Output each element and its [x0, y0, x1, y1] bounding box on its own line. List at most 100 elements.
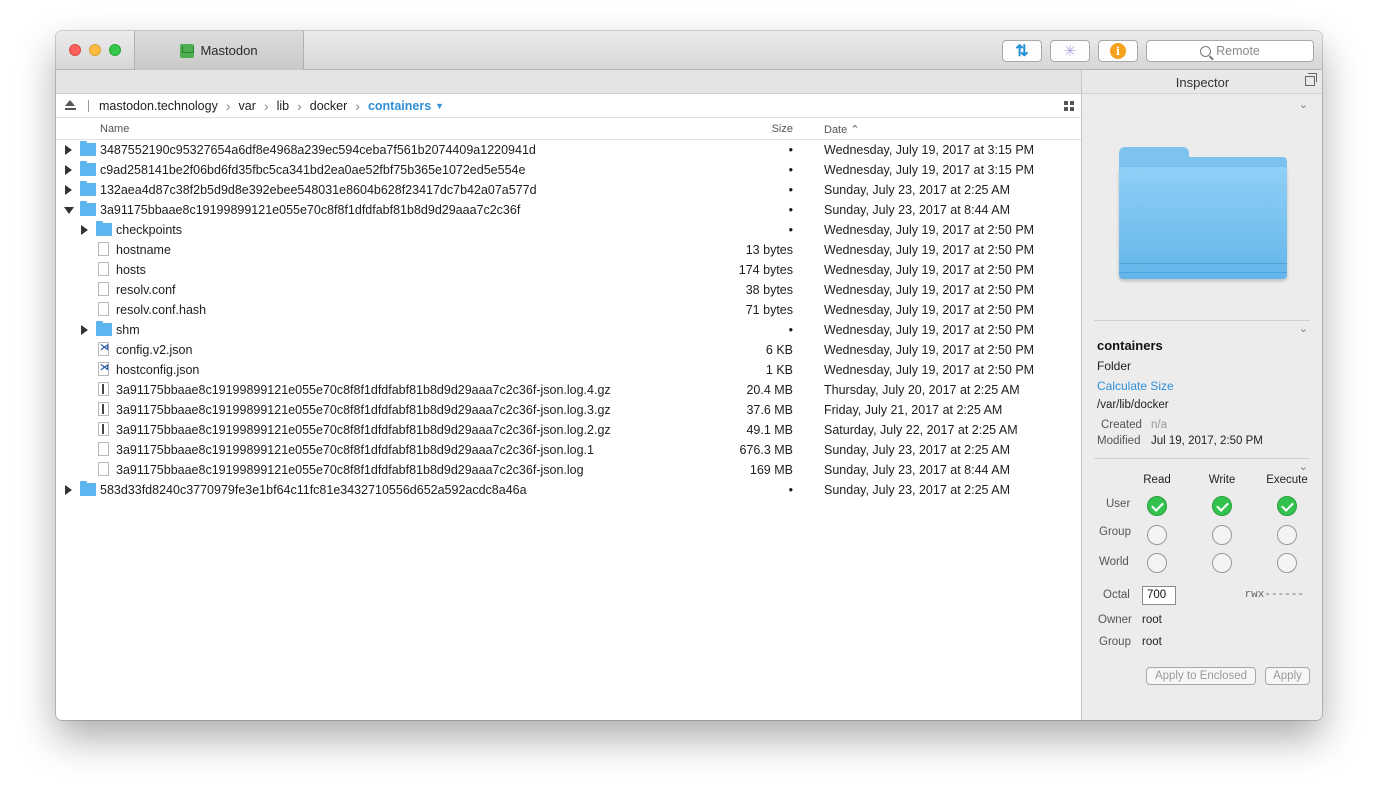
- document-icon: [98, 462, 109, 476]
- search-field[interactable]: Remote: [1146, 40, 1314, 62]
- app-window: Mastodon ⇅ ✳ i Remote mastodon.technolog…: [56, 31, 1322, 720]
- table-row[interactable]: 3a91175bbaae8c19199899121e055e70c8f8f1df…: [56, 400, 1081, 420]
- view-mode-icon[interactable]: [1064, 101, 1074, 111]
- disclosure-triangle-icon[interactable]: [65, 145, 72, 155]
- world-write-checkbox[interactable]: [1212, 553, 1232, 573]
- octal-input[interactable]: 700: [1142, 586, 1176, 605]
- collapse-preview-icon[interactable]: ⌄: [1299, 98, 1308, 111]
- table-row[interactable]: config.v2.json 6 KB Wednesday, July 19, …: [56, 340, 1081, 360]
- breadcrumb-item-var[interactable]: var: [239, 99, 256, 113]
- file-date: Wednesday, July 19, 2017 at 2:50 PM: [824, 303, 1035, 317]
- table-row[interactable]: shm • Wednesday, July 19, 2017 at 2:50 P…: [56, 320, 1081, 340]
- server-icon: [180, 43, 195, 58]
- table-row[interactable]: c9ad258141be2f06bd6fd35fbc5ca341bd2ea0ae…: [56, 160, 1081, 180]
- table-row[interactable]: 3487552190c95327654a6df8e4968a239ec594ce…: [56, 140, 1081, 160]
- file-date: Thursday, July 20, 2017 at 2:25 AM: [824, 383, 1020, 397]
- sort-ascending-icon: ⌃: [850, 124, 860, 136]
- file-name: c9ad258141be2f06bd6fd35fbc5ca341bd2ea0ae…: [100, 163, 526, 177]
- file-size: •: [788, 483, 793, 497]
- breadcrumb-item-docker[interactable]: docker: [310, 99, 348, 113]
- table-row[interactable]: resolv.conf 38 bytes Wednesday, July 19,…: [56, 280, 1081, 300]
- item-kind: Folder: [1097, 359, 1132, 373]
- table-row[interactable]: 3a91175bbaae8c19199899121e055e70c8f8f1df…: [56, 200, 1081, 220]
- group-execute-checkbox[interactable]: [1277, 525, 1297, 545]
- eject-icon[interactable]: [65, 100, 76, 111]
- table-row[interactable]: hostname 13 bytes Wednesday, July 19, 20…: [56, 240, 1081, 260]
- file-date: Wednesday, July 19, 2017 at 2:50 PM: [824, 283, 1035, 297]
- disclosure-triangle-icon[interactable]: [64, 207, 74, 214]
- archive-file-icon: [98, 402, 109, 416]
- document-icon: [98, 282, 109, 296]
- folder-icon: [80, 481, 96, 496]
- detach-window-icon[interactable]: [1305, 73, 1317, 86]
- inspector-panel: Inspector ⌄ ⌄ containers Folder Calculat…: [1081, 70, 1322, 720]
- user-write-checkbox[interactable]: [1212, 496, 1232, 516]
- breadcrumb-item-lib[interactable]: lib: [277, 99, 290, 113]
- group-read-checkbox[interactable]: [1147, 525, 1167, 545]
- disclosure-triangle-icon[interactable]: [65, 185, 72, 195]
- file-name: shm: [116, 323, 140, 337]
- table-row[interactable]: hosts 174 bytes Wednesday, July 19, 2017…: [56, 260, 1081, 280]
- tab-mastodon[interactable]: Mastodon: [134, 31, 304, 70]
- calculate-size-link[interactable]: Calculate Size: [1097, 379, 1174, 393]
- world-execute-checkbox[interactable]: [1277, 553, 1297, 573]
- file-name: 3a91175bbaae8c19199899121e055e70c8f8f1df…: [100, 203, 521, 217]
- disclosure-triangle-icon[interactable]: [81, 325, 88, 335]
- transfers-button[interactable]: ⇅: [1002, 40, 1042, 62]
- apply-button[interactable]: Apply: [1265, 667, 1310, 685]
- table-row[interactable]: 583d33fd8240c3770979fe3e1bf64c11fc81e343…: [56, 480, 1081, 500]
- table-row[interactable]: 132aea4d87c38f2b5d9d8e392ebee548031e8604…: [56, 180, 1081, 200]
- perm-header-write: Write: [1208, 474, 1236, 486]
- table-row[interactable]: hostconfig.json 1 KB Wednesday, July 19,…: [56, 360, 1081, 380]
- file-date: Wednesday, July 19, 2017 at 2:50 PM: [824, 263, 1035, 277]
- file-size: 169 MB: [749, 463, 793, 477]
- group-write-checkbox[interactable]: [1212, 525, 1232, 545]
- spinner-icon: ✳: [1063, 43, 1077, 60]
- created-value: n/a: [1151, 419, 1167, 431]
- collapse-permissions-icon[interactable]: ⌄: [1299, 460, 1308, 473]
- owner-label: Owner: [1098, 614, 1132, 626]
- column-header-name[interactable]: Name: [100, 123, 129, 135]
- file-name: 583d33fd8240c3770979fe3e1bf64c11fc81e343…: [100, 483, 527, 497]
- table-row[interactable]: 3a91175bbaae8c19199899121e055e70c8f8f1df…: [56, 380, 1081, 400]
- table-row[interactable]: 3a91175bbaae8c19199899121e055e70c8f8f1df…: [56, 460, 1081, 480]
- json-file-icon: [98, 362, 109, 376]
- file-size: 676.3 MB: [739, 443, 793, 457]
- table-row[interactable]: checkpoints • Wednesday, July 19, 2017 a…: [56, 220, 1081, 240]
- disclosure-triangle-icon[interactable]: [65, 165, 72, 175]
- disclosure-triangle-icon[interactable]: [65, 485, 72, 495]
- column-header-date[interactable]: Date ⌃: [824, 123, 860, 136]
- activity-button[interactable]: ✳: [1050, 40, 1090, 62]
- chevron-right-icon: ›: [355, 97, 360, 114]
- folder-icon: [80, 181, 96, 196]
- owner-value[interactable]: root: [1142, 614, 1162, 626]
- world-read-checkbox[interactable]: [1147, 553, 1167, 573]
- breadcrumb-item-host[interactable]: mastodon.technology: [99, 99, 218, 113]
- table-row[interactable]: resolv.conf.hash 71 bytes Wednesday, Jul…: [56, 300, 1081, 320]
- user-execute-checkbox[interactable]: [1277, 496, 1297, 516]
- apply-to-enclosed-button[interactable]: Apply to Enclosed: [1146, 667, 1256, 685]
- disclosure-triangle-icon[interactable]: [81, 225, 88, 235]
- breadcrumb-item-current[interactable]: containers: [368, 99, 431, 113]
- table-row[interactable]: 3a91175bbaae8c19199899121e055e70c8f8f1df…: [56, 440, 1081, 460]
- document-icon: [98, 242, 109, 256]
- file-date: Sunday, July 23, 2017 at 8:44 AM: [824, 203, 1011, 217]
- file-size: •: [788, 323, 793, 337]
- permission-string: rwx------: [1244, 589, 1304, 601]
- group-value[interactable]: root: [1142, 636, 1162, 648]
- chevron-down-icon[interactable]: ▼: [435, 101, 444, 111]
- collapse-info-icon[interactable]: ⌄: [1299, 322, 1308, 335]
- file-date: Sunday, July 23, 2017 at 2:25 AM: [824, 183, 1011, 197]
- zoom-window-button[interactable]: [109, 44, 121, 56]
- table-row[interactable]: 3a91175bbaae8c19199899121e055e70c8f8f1df…: [56, 420, 1081, 440]
- file-name: 3487552190c95327654a6df8e4968a239ec594ce…: [100, 143, 536, 157]
- info-button[interactable]: i: [1098, 40, 1138, 62]
- minimize-window-button[interactable]: [89, 44, 101, 56]
- close-window-button[interactable]: [69, 44, 81, 56]
- column-header-size[interactable]: Size: [772, 123, 793, 135]
- user-read-checkbox[interactable]: [1147, 496, 1167, 516]
- tab-label: Mastodon: [200, 43, 258, 58]
- breadcrumb-separator: [88, 99, 89, 112]
- file-name: hostconfig.json: [116, 363, 200, 377]
- file-name: checkpoints: [116, 223, 183, 237]
